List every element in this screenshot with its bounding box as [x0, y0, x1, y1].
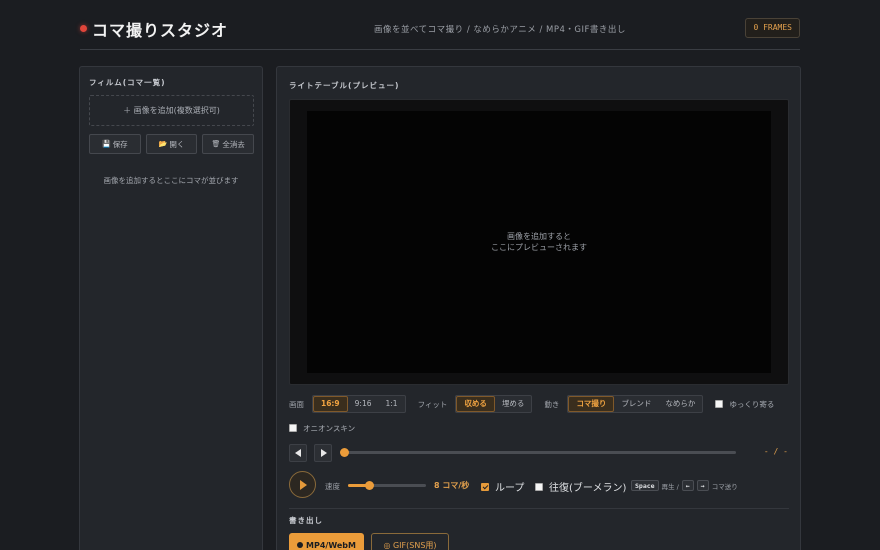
prev-triangle-icon	[295, 449, 301, 457]
light-table-stage: 画像を追加すると ここにプレビューされます	[289, 99, 789, 385]
play-icon	[300, 480, 307, 490]
save-button[interactable]: 💾 保存	[89, 134, 141, 154]
motion-blend-option[interactable]: ブレンド	[614, 396, 658, 412]
keyboard-hint: Space 再生 / ← → コマ送り	[631, 480, 738, 491]
ease-in-checkbox[interactable]	[715, 400, 724, 408]
export-gif-label: ◎ GIF(SNS用)	[383, 540, 437, 550]
motion-label: 動き	[544, 399, 560, 409]
ratio-16-9-option[interactable]: 16:9	[313, 396, 348, 412]
motion-stopmotion-option[interactable]: コマ撮り	[568, 396, 615, 412]
film-button-row: 💾 保存 📂 開く 🗑 全消去	[89, 134, 255, 154]
prev-frame-button[interactable]	[289, 444, 307, 462]
speed-value: 8 コマ/秒	[434, 481, 470, 490]
onion-row: オニオンスキン	[289, 419, 355, 437]
space-key: Space	[631, 480, 659, 491]
export-title: 書き出し	[289, 516, 323, 525]
clear-all-button[interactable]: 🗑 全消去	[202, 134, 255, 154]
export-gif-button[interactable]: ◎ GIF(SNS用)	[371, 533, 449, 550]
fit-label: フィット	[417, 399, 448, 409]
save-button-label: 保存	[112, 139, 128, 149]
options-row: 画面 16:9 9:16 1:1 フィット 収める 埋める 動き コマ撮り ブレ…	[289, 395, 774, 413]
export-mp4-label: MP4/WebM	[306, 540, 356, 550]
export-mp4-button[interactable]: MP4/WebM	[289, 533, 364, 550]
onion-skin-checkbox[interactable]	[289, 424, 297, 432]
next-triangle-icon	[321, 449, 327, 457]
open-button-label: 開く	[169, 139, 185, 149]
preview-canvas: 画像を追加すると ここにプレビューされます	[307, 111, 771, 373]
header-divider	[80, 49, 800, 50]
onion-skin-label: オニオンスキン	[303, 423, 356, 433]
preview-placeholder-line2: ここにプレビューされます	[491, 243, 587, 252]
fit-contain-option[interactable]: 収める	[456, 396, 495, 412]
pingpong-toggle[interactable]: 往復(ブーメラン)	[535, 479, 626, 494]
frames-count-badge: 0 FRAMES	[745, 18, 800, 38]
save-icon: 💾	[101, 140, 111, 148]
preview-placeholder-line1: 画像を追加すると	[507, 232, 571, 241]
loop-toggle[interactable]: ループ	[481, 479, 524, 494]
fit-cover-option[interactable]: 埋める	[495, 396, 532, 412]
left-arrow-key: ←	[681, 480, 694, 491]
screen-ratio-selector: 16:9 9:16 1:1	[312, 395, 406, 413]
fit-selector: 収める 埋める	[455, 395, 533, 413]
speed-label: 速度	[325, 482, 340, 491]
next-frame-button[interactable]	[314, 444, 332, 462]
add-images-dropzone[interactable]: ＋ 画像を追加(複数選択可)	[89, 95, 254, 126]
app-title: コマ撮りスタジオ	[92, 21, 229, 40]
preview-placeholder: 画像を追加すると ここにプレビューされます	[307, 231, 771, 253]
frame-counter: - / -	[763, 447, 788, 456]
open-button[interactable]: 📂 開く	[145, 134, 198, 154]
ease-in-label: ゆっくり寄る	[729, 399, 775, 409]
screen-label: 画面	[289, 399, 304, 409]
record-icon	[297, 542, 304, 548]
film-panel: フィルム(コマ一覧) ＋ 画像を追加(複数選択可) 💾 保存 📂 開く 🗑 全消…	[79, 66, 263, 550]
right-arrow-key: →	[696, 480, 709, 491]
space-key-hint: 再生 /	[661, 482, 679, 491]
preview-panel-title: ライトテーブル(プレビュー)	[289, 81, 400, 90]
trash-icon: 🗑	[211, 140, 221, 148]
app-subtitle: 画像を並べてコマ撮り / なめらかアニメ / MP4・GIF書き出し	[374, 25, 626, 35]
app-header: コマ撮りスタジオ 画像を並べてコマ撮り / なめらかアニメ / MP4・GIF書…	[80, 17, 800, 41]
preview-panel: ライトテーブル(プレビュー) 画像を追加すると ここにプレビューされます 画面 …	[276, 66, 801, 550]
export-divider	[289, 508, 789, 509]
pingpong-label: 往復(ブーメラン)	[549, 483, 627, 494]
motion-smooth-option[interactable]: なめらか	[658, 396, 702, 412]
pingpong-checkbox[interactable]	[535, 482, 543, 491]
motion-selector: コマ撮り ブレンド なめらか	[567, 395, 704, 413]
scrubber-thumb[interactable]	[340, 448, 349, 457]
film-panel-title: フィルム(コマ一覧)	[89, 78, 166, 87]
clear-all-button-label: 全消去	[222, 139, 245, 149]
speed-slider[interactable]	[348, 481, 426, 490]
loop-label: ループ	[495, 483, 525, 494]
play-button[interactable]	[289, 471, 316, 498]
folder-icon: 📂	[158, 140, 168, 148]
record-dot-icon	[80, 25, 87, 32]
timeline-scrubber[interactable]	[340, 448, 736, 457]
ratio-9-16-option[interactable]: 9:16	[348, 396, 379, 412]
speed-slider-thumb[interactable]	[365, 481, 375, 490]
loop-checkbox[interactable]	[481, 482, 489, 491]
film-empty-message: 画像を追加するとここにコマが並びます	[103, 176, 239, 185]
ratio-1-1-option[interactable]: 1:1	[379, 396, 405, 412]
arrow-key-hint: コマ送り	[711, 482, 738, 491]
